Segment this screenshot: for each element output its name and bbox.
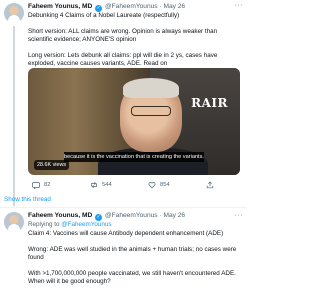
tweet-claim: Claim 4: Vaccines will cause Antibody de… bbox=[28, 230, 224, 237]
tweet-with: With >1,700,000,000 people vaccinated, w… bbox=[28, 270, 236, 285]
retweet-button[interactable]: 544 bbox=[90, 181, 112, 189]
replying-to-handle[interactable]: @FaheemYounus bbox=[61, 221, 111, 228]
tweet-divider bbox=[0, 207, 247, 208]
reply-count: 82 bbox=[44, 182, 51, 188]
tweet-paragraph-short: Short version: ALL claims are wrong. Opi… bbox=[28, 28, 218, 43]
show-thread-link[interactable]: Show this thread bbox=[4, 196, 51, 203]
video-view-count: 28.6K views bbox=[34, 160, 70, 170]
tweet-header: Faheem Younus, MD ✓ @FaheemYounus · May … bbox=[28, 212, 243, 221]
more-options-icon[interactable]: ··· bbox=[235, 212, 244, 219]
author-handle[interactable]: @FaheemYounus bbox=[105, 212, 158, 219]
tweet-paragraph-long: Long version: Lets debunk all claims: pp… bbox=[28, 52, 218, 67]
tweet-date[interactable]: May 26 bbox=[163, 3, 185, 10]
author-handle[interactable]: @FaheemYounus bbox=[105, 3, 158, 10]
heart-icon bbox=[148, 182, 156, 189]
like-count: 854 bbox=[160, 182, 170, 188]
thread-connector bbox=[13, 26, 15, 206]
avatar[interactable] bbox=[4, 212, 24, 232]
replying-to: Replying to @FaheemYounus bbox=[28, 221, 112, 229]
author-name[interactable]: Faheem Younus, MD bbox=[28, 212, 92, 219]
tweet[interactable]: Faheem Younus, MD ✓ @FaheemYounus · May … bbox=[0, 0, 247, 206]
verified-icon: ✓ bbox=[95, 5, 103, 12]
share-button[interactable] bbox=[206, 181, 214, 189]
tweet-actions: 82 544 854 bbox=[28, 181, 240, 191]
video-subject-glasses bbox=[131, 106, 171, 116]
video-caption: because it is the vaccination that is cr… bbox=[64, 152, 204, 162]
author-name[interactable]: Faheem Younus, MD bbox=[28, 3, 92, 10]
separator-dot: · bbox=[159, 212, 162, 219]
avatar[interactable] bbox=[4, 3, 24, 23]
retweet-icon bbox=[91, 181, 97, 189]
tweet-title-line: Debunking 4 Claims of a Nobel Laureate (… bbox=[28, 12, 180, 19]
tweet-date[interactable]: May 26 bbox=[163, 212, 185, 219]
embedded-video[interactable]: RAIR because it is the vaccination that … bbox=[28, 68, 240, 175]
retweet-count: 544 bbox=[102, 182, 112, 188]
more-options-icon[interactable]: ··· bbox=[235, 2, 244, 9]
reply-button[interactable]: 82 bbox=[32, 181, 50, 189]
video-subject-hair bbox=[123, 78, 179, 98]
video-logo: RAIR bbox=[191, 96, 228, 110]
like-button[interactable]: 854 bbox=[148, 181, 170, 189]
separator-dot: · bbox=[159, 3, 162, 10]
tweet-header: Faheem Younus, MD ✓ @FaheemYounus · May … bbox=[28, 3, 243, 12]
tweet[interactable]: Faheem Younus, MD ✓ @FaheemYounus · May … bbox=[0, 210, 247, 300]
tweet-wrong: Wrong: ADE was well studied in the anima… bbox=[28, 246, 237, 261]
share-icon bbox=[206, 181, 214, 189]
reply-icon bbox=[32, 182, 40, 189]
verified-icon: ✓ bbox=[95, 214, 103, 221]
replying-to-label: Replying to bbox=[28, 221, 60, 228]
